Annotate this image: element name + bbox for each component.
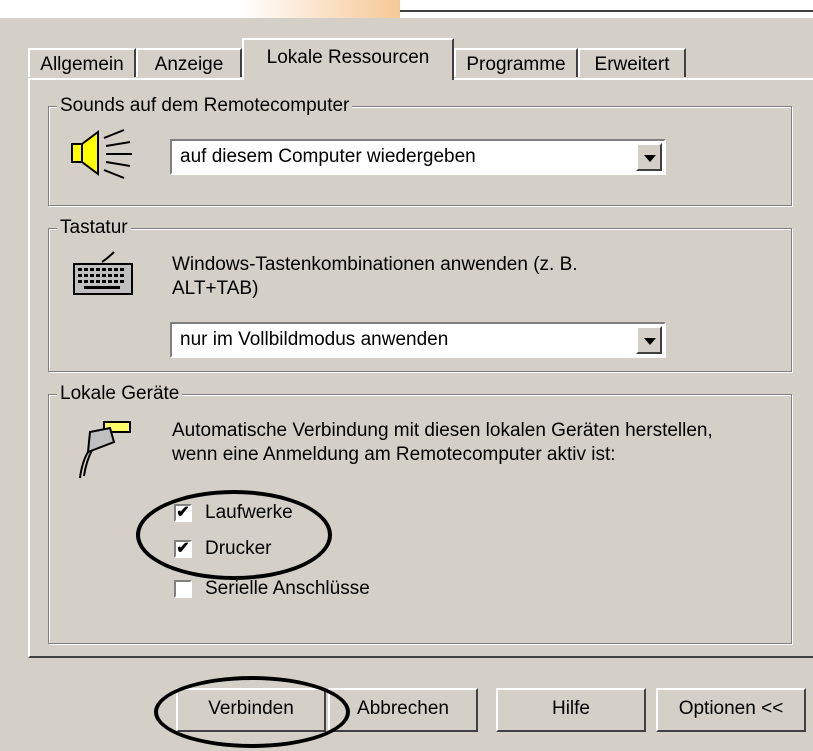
tab-programme[interactable]: Programme [454,48,578,77]
keyboard-description-line2: ALT+TAB) [172,278,259,299]
chevron-down-icon [644,338,656,345]
tab-anzeige[interactable]: Anzeige [136,48,242,77]
checkbox-label-serielle-anschluesse[interactable]: Serielle Anschlüsse [205,578,370,600]
tab-lokale-ressourcen[interactable]: Lokale Ressourcen [242,38,454,80]
checkbox-laufwerke[interactable]: ✔ [174,504,192,522]
title-strip [0,0,813,18]
keyboard-select[interactable]: nur im Vollbildmodus anwenden [170,322,666,358]
device-plug-icon [79,421,131,479]
checkbox-drucker[interactable]: ✔ [174,540,192,558]
devices-description-line1: Automatische Verbindung mit diesen lokal… [172,420,713,441]
cancel-button[interactable]: Abbrechen [328,688,478,732]
title-gradient [0,0,400,18]
sound-select-value: auf diesem Computer wiedergeben [180,146,476,167]
checkbox-label-laufwerke[interactable]: Laufwerke [205,502,293,524]
checkbox-serielle-anschluesse[interactable] [174,580,192,598]
tab-allgemein[interactable]: Allgemein [28,48,136,77]
sound-select[interactable]: auf diesem Computer wiedergeben [170,139,666,175]
connect-button[interactable]: Verbinden [176,688,326,732]
options-button[interactable]: Optionen << [656,688,806,732]
keyboard-dropdown-button[interactable] [636,326,662,354]
title-edge [400,0,813,12]
sound-dropdown-button[interactable] [636,143,662,171]
devices-legend: Lokale Geräte [57,382,183,406]
devices-description-line2: wenn eine Anmeldung am Remotecomputer ak… [172,444,616,465]
checkbox-label-drucker[interactable]: Drucker [205,538,272,560]
sound-legend: Sounds auf dem Remotecomputer [57,94,353,118]
chevron-down-icon [644,155,656,162]
tab-erweitert[interactable]: Erweitert [578,48,686,77]
speaker-icon [71,129,132,179]
help-button[interactable]: Hilfe [496,688,646,732]
keyboard-legend: Tastatur [57,216,131,240]
keyboard-icon [73,251,133,295]
keyboard-description-line1: Windows-Tastenkombinationen anwenden (z.… [172,254,578,275]
keyboard-select-value: nur im Vollbildmodus anwenden [180,329,449,350]
